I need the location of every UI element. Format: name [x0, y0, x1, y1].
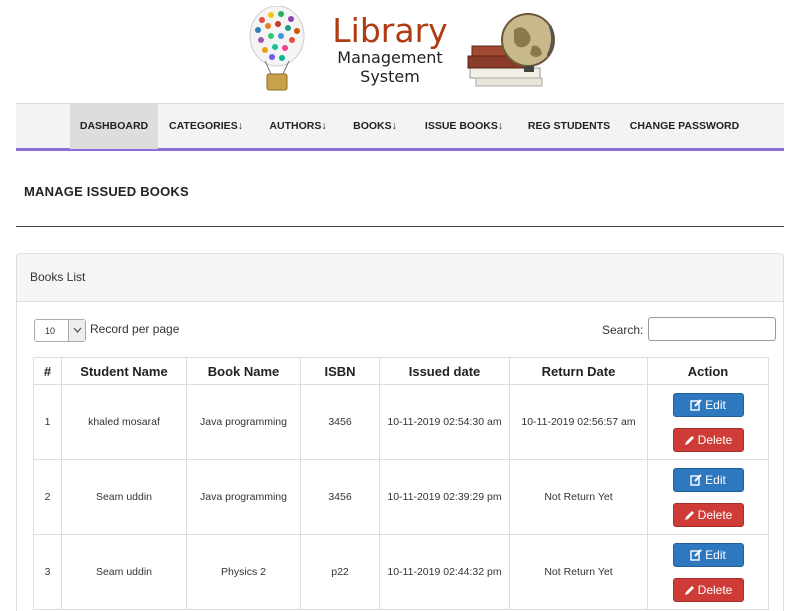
- nav-categories[interactable]: CATEGORIES↓: [164, 104, 248, 149]
- arrow-down-icon: ↓: [391, 120, 397, 132]
- table-row: 3 Seam uddin Physics 2 p22 10-11-2019 02…: [33, 534, 769, 610]
- arrow-down-icon: ↓: [321, 120, 327, 132]
- nav-books-label: BOOKS: [353, 120, 392, 132]
- page-title: MANAGE ISSUED BOOKS: [24, 184, 189, 199]
- arrow-down-icon: ↓: [497, 120, 504, 132]
- table-header-row: # Student Name Book Name ISBN Issued dat…: [33, 357, 769, 385]
- cell-book-name: Java programming: [186, 459, 301, 535]
- edit-button[interactable]: Edit: [672, 542, 744, 567]
- nav-authors[interactable]: AUTHORS↓: [263, 104, 333, 149]
- logo-title: Library: [332, 11, 448, 50]
- cell-book-name: Physics 2: [186, 534, 301, 610]
- cell-action: Edit Delete: [647, 384, 769, 460]
- panel-heading: Books List: [17, 254, 783, 302]
- nav-books[interactable]: BOOKS↓: [347, 104, 403, 149]
- edit-icon: [690, 473, 702, 486]
- logo-subtitle-1: Management: [337, 48, 443, 67]
- nav-change-password-label: CHANGE PASSWORD: [629, 120, 740, 132]
- edit-icon: [690, 398, 702, 411]
- column-header-book-name[interactable]: Book Name: [186, 357, 301, 385]
- nav-dashboard-label: DASHBOARD: [79, 120, 149, 132]
- delete-button-label: Delete: [697, 582, 733, 597]
- delete-button[interactable]: Delete: [672, 427, 744, 452]
- cell-student-name: khaled mosaraf: [61, 384, 187, 460]
- edit-button-label: Edit: [705, 472, 726, 487]
- cell-issued-date: 10-11-2019 02:54:30 am: [379, 384, 510, 460]
- nav-categories-label: CATEGORIES: [169, 120, 238, 132]
- edit-icon: [690, 548, 702, 561]
- cell-student-name: Seam uddin: [61, 459, 187, 535]
- nav-authors-label: AUTHORS: [269, 120, 322, 132]
- cell-issued-date: 10-11-2019 02:39:29 pm: [379, 459, 510, 535]
- hot-air-balloon-icon: [249, 6, 305, 91]
- cell-isbn: 3456: [300, 384, 380, 460]
- pencil-icon: [684, 585, 694, 595]
- search-input[interactable]: [648, 317, 776, 341]
- pencil-icon: [684, 435, 694, 445]
- cell-issued-date: 10-11-2019 02:44:32 pm: [379, 534, 510, 610]
- records-per-page-label: Record per page: [90, 322, 180, 336]
- site-logo: Library Management System: [240, 0, 570, 100]
- nav-issue-books-label: ISSUE BOOKS: [424, 120, 498, 132]
- cell-action: Edit Delete: [647, 459, 769, 535]
- cell-student-name: Seam uddin: [61, 534, 187, 610]
- cell-number: 1: [33, 384, 62, 460]
- edit-button[interactable]: Edit: [672, 392, 744, 417]
- cell-book-name: Java programming: [186, 384, 301, 460]
- search-label: Search:: [602, 323, 644, 337]
- column-header-action: Action: [647, 357, 769, 385]
- cell-isbn: p22: [300, 534, 380, 610]
- table-row: 1 khaled mosaraf Java programming 3456 1…: [33, 384, 769, 460]
- delete-button-label: Delete: [697, 432, 733, 447]
- column-header-isbn[interactable]: ISBN: [300, 357, 380, 385]
- issued-books-table: # Student Name Book Name ISBN Issued dat…: [33, 357, 769, 610]
- arrow-down-icon: ↓: [237, 120, 243, 132]
- column-header-student-name[interactable]: Student Name: [61, 357, 187, 385]
- records-per-page-select[interactable]: 10: [34, 319, 86, 342]
- edit-button-label: Edit: [705, 397, 726, 412]
- edit-button-label: Edit: [705, 547, 726, 562]
- column-header-number[interactable]: #: [33, 357, 62, 385]
- pencil-icon: [684, 510, 694, 520]
- nav-issue-books[interactable]: ISSUE BOOKS↓: [419, 104, 509, 149]
- cell-isbn: 3456: [300, 459, 380, 535]
- delete-button[interactable]: Delete: [672, 577, 744, 602]
- delete-button-label: Delete: [697, 507, 733, 522]
- cell-number: 2: [33, 459, 62, 535]
- nav-reg-students[interactable]: REG STUDENTS: [525, 104, 613, 149]
- cell-return-date: Not Return Yet: [509, 459, 648, 535]
- cell-action: Edit Delete: [647, 534, 769, 610]
- nav-dashboard[interactable]: DASHBOARD: [70, 104, 158, 149]
- cell-return-date: Not Return Yet: [509, 534, 648, 610]
- books-list-panel: Books List 10 Record per page Search: # …: [16, 253, 784, 611]
- nav-change-password[interactable]: CHANGE PASSWORD: [627, 104, 742, 149]
- logo-subtitle-2: System: [360, 67, 420, 86]
- column-header-issued-date[interactable]: Issued date: [379, 357, 510, 385]
- main-navbar: DASHBOARD CATEGORIES↓ AUTHORS↓ BOOKS↓ IS…: [16, 103, 784, 151]
- records-per-page-value: 10: [45, 326, 56, 336]
- cell-number: 3: [33, 534, 62, 610]
- header-divider: [16, 226, 784, 227]
- chevron-down-icon[interactable]: [68, 320, 85, 341]
- column-header-return-date[interactable]: Return Date: [509, 357, 648, 385]
- edit-button[interactable]: Edit: [672, 467, 744, 492]
- delete-button[interactable]: Delete: [672, 502, 744, 527]
- globe-books-icon: [467, 13, 555, 87]
- table-row: 2 Seam uddin Java programming 3456 10-11…: [33, 459, 769, 535]
- cell-return-date: 10-11-2019 02:56:57 am: [509, 384, 648, 460]
- nav-reg-students-label: REG STUDENTS: [527, 120, 611, 132]
